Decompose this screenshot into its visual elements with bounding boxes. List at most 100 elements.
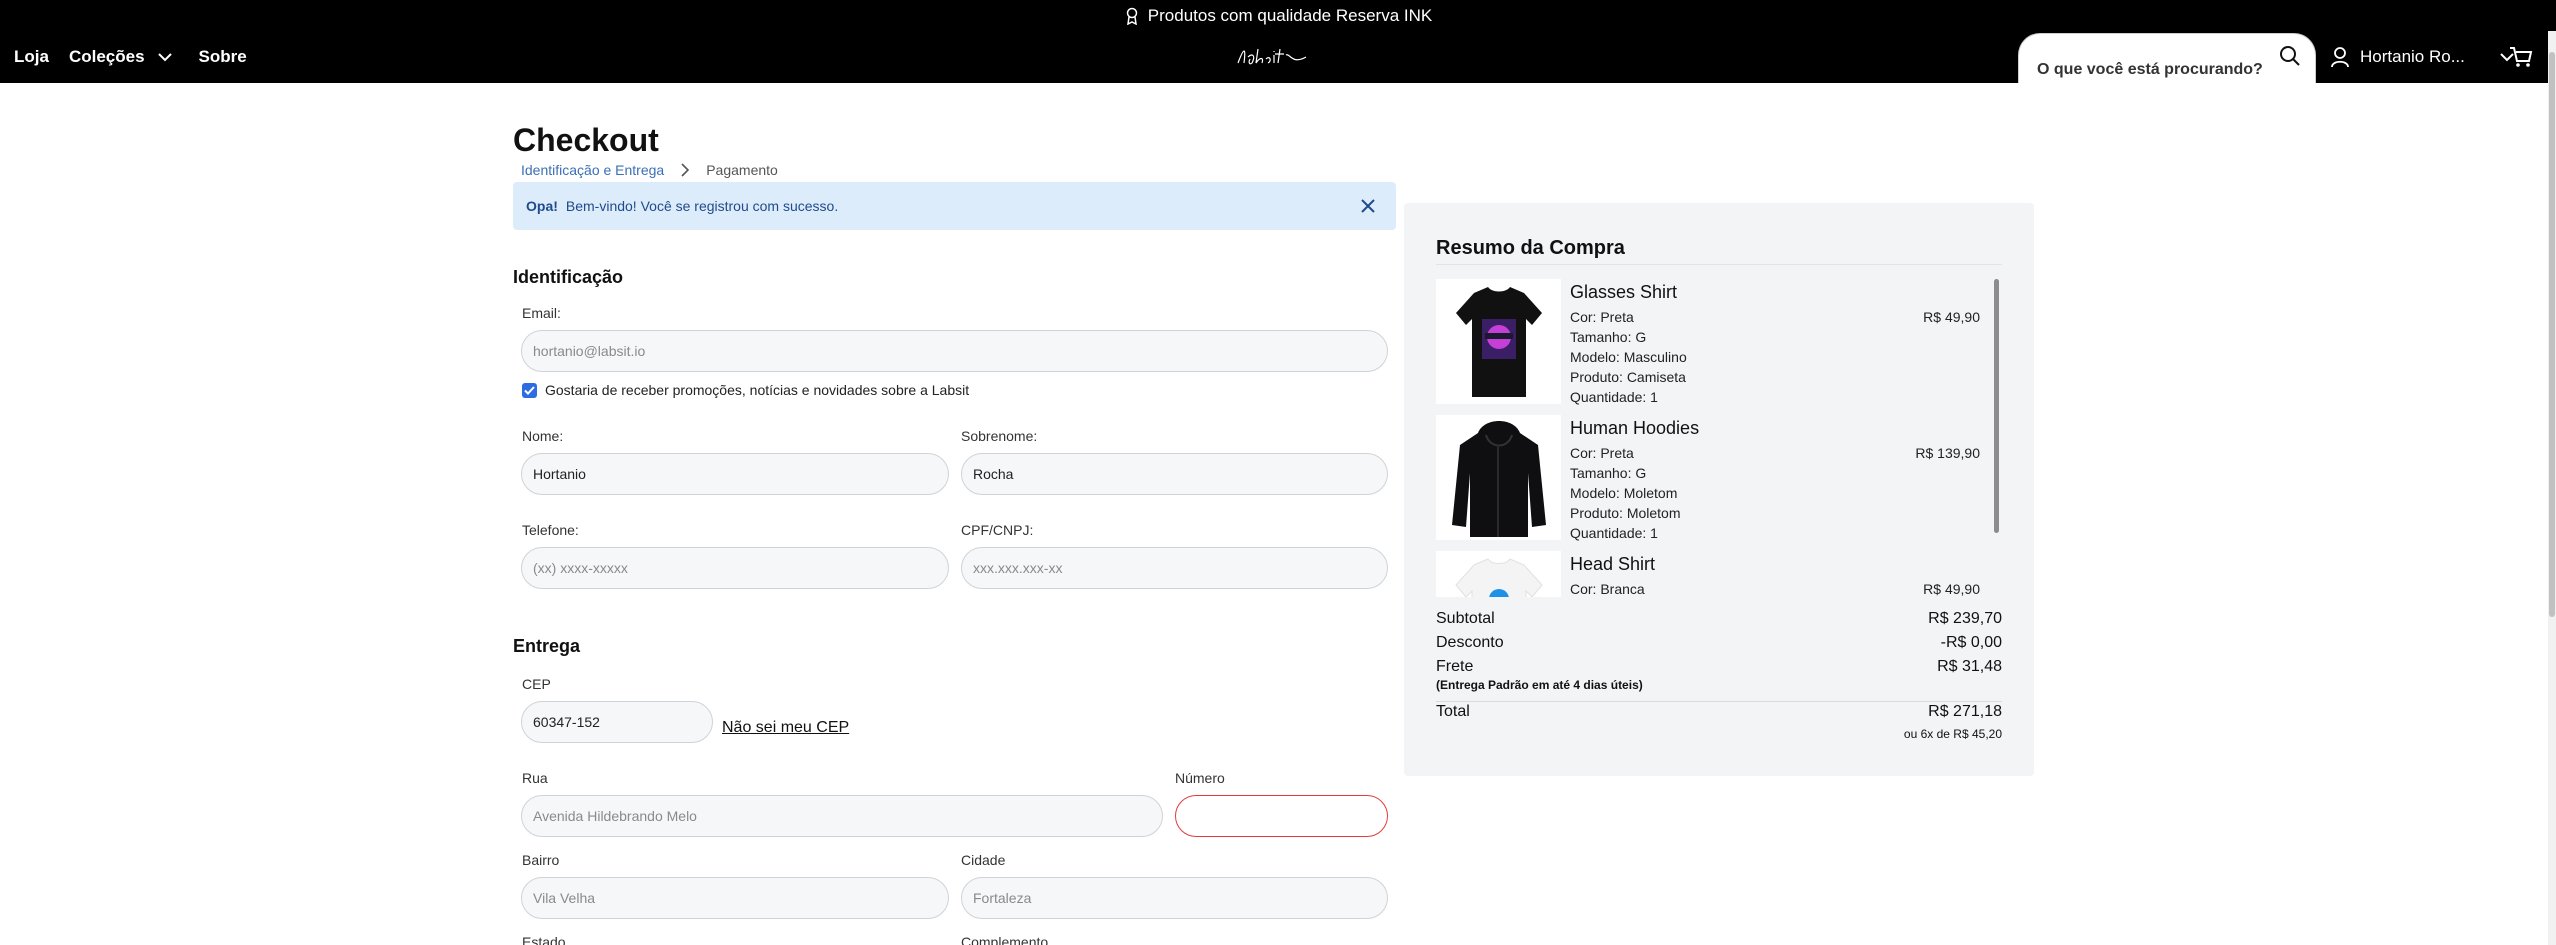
newsletter-label: Gostaria de receber promoções, notícias … [545, 382, 970, 398]
subtotal-label: Subtotal [1436, 610, 1495, 627]
main-navbar: Loja Coleções Sobre Hortanio Ro... [0, 31, 2556, 83]
nome-field[interactable] [521, 453, 949, 495]
checkmark-icon [524, 385, 535, 395]
cidade-label: Cidade [961, 852, 1006, 868]
item-name: Glasses Shirt [1570, 282, 1678, 302]
award-icon [1126, 7, 1138, 25]
desconto-label: Desconto [1436, 634, 1504, 651]
success-alert: Opa! Bem-vindo! Você se registrou com su… [513, 182, 1396, 230]
alert-message: Bem-vindo! Você se registrou com sucesso… [565, 198, 839, 214]
numero-field[interactable] [1175, 795, 1388, 837]
summary-item: Glasses Shirt R$ 49,90 Cor: Preta Tamanh… [1436, 279, 1996, 407]
search-icon[interactable] [2278, 44, 2302, 68]
item-attr-cor: Cor: Preta [1570, 309, 1634, 325]
tshirt-image [1455, 558, 1543, 597]
cep-help-link[interactable]: Não sei meu CEP [722, 719, 849, 737]
nav-links: Loja Coleções Sobre [14, 31, 247, 83]
nav-item-colecoes-label: Coleções [68, 47, 145, 66]
order-summary: Resumo da Compra Glasses Shirt R$ 49,90 … [1404, 203, 2034, 776]
total-value: R$ 271,18 [1928, 703, 2002, 720]
item-attr-cor: Cor: Preta [1570, 445, 1634, 461]
numero-label: Número [1175, 770, 1225, 786]
summary-item: Head Shirt R$ 49,90 Cor: Branca [1436, 551, 1996, 597]
summary-items-list[interactable]: Glasses Shirt R$ 49,90 Cor: Preta Tamanh… [1436, 275, 2002, 597]
nome-label: Nome: [522, 428, 564, 444]
subtotal-value: R$ 239,70 [1928, 610, 2002, 627]
page-title: Checkout [513, 122, 659, 158]
sobrenome-field[interactable] [961, 453, 1388, 495]
user-icon [2331, 47, 2349, 68]
total-label: Total [1436, 703, 1470, 720]
item-price: R$ 139,90 [1915, 445, 1980, 461]
page-scrollbar-thumb[interactable] [2549, 52, 2555, 617]
alert-title: Opa! [526, 198, 558, 214]
promo-bar: Produtos com qualidade Reserva INK [0, 0, 2556, 31]
telefone-field[interactable] [521, 547, 949, 589]
cart-icon[interactable] [2508, 44, 2534, 70]
installments-text: ou 6x de R$ 45,20 [1903, 727, 2002, 741]
user-menu[interactable]: Hortanio Ro... [2330, 31, 2515, 83]
sobrenome-label: Sobrenome: [961, 428, 1038, 444]
bairro-label: Bairro [522, 852, 560, 868]
summary-scrollbar[interactable] [1994, 279, 1999, 533]
newsletter-checkbox[interactable] [522, 382, 537, 398]
summary-divider [1436, 264, 2002, 265]
item-attr-tamanho: Tamanho: G [1570, 329, 1647, 345]
tshirt-image [1456, 287, 1542, 397]
breadcrumb: Identificação e Entrega Pagamento [521, 162, 778, 178]
item-name: Head Shirt [1570, 554, 1656, 574]
nav-item-sobre[interactable]: Sobre [199, 47, 247, 67]
email-field[interactable] [521, 330, 1388, 372]
frete-row: Frete R$ 31,48 [1436, 658, 2002, 676]
item-attr-modelo: Modelo: Moletom [1570, 485, 1678, 501]
nav-item-colecoes[interactable]: Coleções [69, 47, 173, 67]
item-attr-produto: Produto: Camiseta [1570, 369, 1686, 385]
item-attr-quantidade: Quantidade: 1 [1570, 389, 1658, 405]
product-image-head-shirt [1436, 551, 1561, 597]
item-price: R$ 49,90 [1923, 581, 1980, 597]
total-divider [1436, 701, 2002, 702]
cep-field[interactable] [521, 701, 713, 743]
item-attr-tamanho: Tamanho: G [1570, 465, 1647, 481]
subtotal-row: Subtotal R$ 239,70 [1436, 610, 2002, 628]
labsit-logo[interactable] [1234, 43, 1314, 69]
total-row: Total R$ 271,18 [1436, 703, 2002, 721]
page-scrollbar[interactable] [2548, 31, 2556, 945]
chevron-down-icon [157, 53, 172, 62]
breadcrumb-identificacao[interactable]: Identificação e Entrega [521, 162, 664, 178]
rua-field[interactable] [521, 795, 1163, 837]
item-attr-modelo: Modelo: Masculino [1570, 349, 1687, 365]
cpf-label: CPF/CNPJ: [961, 522, 1034, 538]
user-name: Hortanio Ro... [2360, 47, 2465, 66]
item-attr-produto: Produto: Moletom [1570, 505, 1681, 521]
close-icon[interactable] [1360, 198, 1376, 214]
section-title-identificacao: Identificação [513, 267, 624, 287]
summary-title: Resumo da Compra [1436, 237, 1625, 259]
telefone-label: Telefone: [522, 522, 579, 538]
product-image-glasses-shirt [1436, 279, 1561, 404]
hoodie-image [1452, 421, 1546, 537]
item-name: Human Hoodies [1570, 418, 1700, 438]
bairro-field[interactable] [521, 877, 949, 919]
frete-label: Frete [1436, 658, 1474, 675]
cidade-field[interactable] [961, 877, 1388, 919]
email-label: Email: [522, 305, 561, 321]
search-box [2018, 33, 2316, 83]
item-price: R$ 49,90 [1923, 309, 1980, 325]
item-attr-quantidade: Quantidade: 1 [1570, 525, 1658, 541]
item-attr-cor: Cor: Branca [1570, 581, 1645, 597]
breadcrumb-pagamento: Pagamento [706, 162, 778, 178]
chevron-right-icon [681, 163, 690, 177]
search-input[interactable] [2037, 58, 2277, 82]
rua-label: Rua [522, 770, 548, 786]
desconto-value: -R$ 0,00 [1940, 634, 2002, 651]
complemento-label: Complemento [961, 934, 1049, 945]
frete-note: (Entrega Padrão em até 4 dias úteis) [1436, 678, 1643, 692]
desconto-row: Desconto -R$ 0,00 [1436, 634, 2002, 652]
nav-item-loja[interactable]: Loja [14, 47, 49, 67]
product-image-human-hoodies [1436, 415, 1561, 540]
promo-text: Produtos com qualidade Reserva INK [1147, 5, 1433, 25]
section-title-entrega: Entrega [513, 636, 581, 656]
cpf-field[interactable] [961, 547, 1388, 589]
newsletter-checkbox-row[interactable]: Gostaria de receber promoções, notícias … [522, 382, 969, 398]
